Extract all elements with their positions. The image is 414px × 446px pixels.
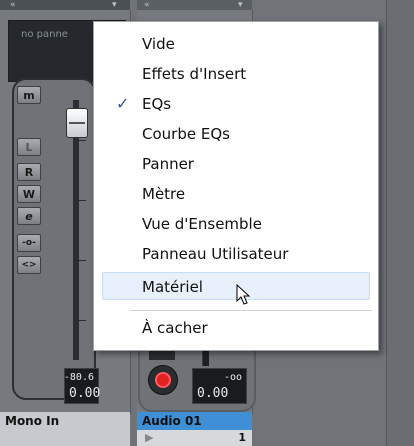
edit-channel-button[interactable]: e	[17, 207, 41, 225]
listen-button-label: L	[25, 140, 33, 154]
fader-scale-tick	[79, 140, 86, 141]
channel-label-text: Audio 01	[142, 414, 202, 428]
volume-fader-left[interactable]	[66, 108, 88, 138]
track-number-bar: ▶ 1	[137, 430, 252, 446]
write-automation-button[interactable]: W	[17, 185, 41, 203]
menu-item-effets-insert[interactable]: Effets d'Insert	[102, 60, 370, 88]
collapse-left-icon[interactable]: «	[10, 0, 16, 10]
level-readout-left[interactable]: -80.6 0.00	[63, 368, 101, 404]
fader-scale-tick	[79, 200, 86, 201]
menu-item-label: Vide	[142, 35, 175, 53]
fader-scale-tick	[79, 320, 86, 321]
checkmark-icon: ✓	[116, 94, 130, 113]
edit-button-label: e	[25, 209, 33, 223]
mouse-pointer-icon	[236, 284, 251, 305]
bypass-inserts-button[interactable]: -o-	[17, 234, 41, 252]
track-number: 1	[238, 431, 246, 444]
strip-header-left[interactable]	[0, 0, 130, 10]
volume-value-left: 0.00	[69, 386, 101, 401]
peak-value-left: -80.6	[63, 372, 94, 383]
dropdown-arrow-icon[interactable]: ▾	[112, 0, 117, 10]
menu-item-label: EQs	[142, 95, 172, 113]
right-edge-panel	[386, 0, 414, 446]
monitor-button-label: <>	[21, 260, 37, 270]
channel-label-audio-01[interactable]: Audio 01	[137, 412, 252, 430]
play-arrow-icon: ▶	[145, 431, 154, 444]
menu-item-vue-ensemble[interactable]: Vue d'Ensemble	[102, 210, 370, 238]
menu-item-vide[interactable]: Vide	[102, 30, 370, 58]
channel-label-underfill	[0, 430, 130, 446]
monitor-button[interactable]: <>	[17, 256, 41, 274]
channel-name-text: no panne	[21, 29, 68, 40]
menu-item-label: À cacher	[142, 319, 208, 337]
fader-track-left	[73, 100, 79, 360]
level-readout-right[interactable]: -oo 0.00	[192, 368, 247, 404]
menu-separator	[130, 310, 372, 311]
menu-item-metre[interactable]: Mètre	[102, 180, 370, 208]
channel-label-mono-in[interactable]: Mono In	[0, 412, 130, 430]
mute-button-label: m	[23, 88, 35, 102]
menu-item-eqs[interactable]: ✓ EQs	[102, 90, 370, 118]
read-button-label: R	[24, 165, 34, 179]
menu-item-label: Matériel	[142, 278, 203, 296]
menu-item-label: Courbe EQs	[142, 125, 230, 143]
read-automation-button[interactable]: R	[17, 163, 41, 181]
menu-item-panner[interactable]: Panner	[102, 150, 370, 178]
menu-item-panneau-utilisateur[interactable]: Panneau Utilisateur	[102, 240, 370, 268]
menu-item-courbe-eqs[interactable]: Courbe EQs	[102, 120, 370, 148]
fader-scale-tick	[79, 260, 86, 261]
fader-scale-tick	[79, 76, 86, 77]
menu-item-a-cacher[interactable]: À cacher	[102, 314, 370, 342]
menu-item-label: Panner	[142, 155, 194, 173]
channel-label-text: Mono In	[5, 414, 60, 428]
volume-value-right: 0.00	[197, 386, 229, 401]
write-button-label: W	[22, 187, 36, 201]
menu-item-label: Mètre	[142, 185, 186, 203]
dropdown-arrow-right-icon[interactable]: ▾	[238, 0, 243, 10]
strip-header-right[interactable]	[137, 0, 252, 10]
bypass-button-label: -o-	[22, 238, 36, 248]
mute-button[interactable]: m	[17, 86, 41, 104]
record-enable-button[interactable]	[148, 365, 178, 395]
menu-item-label: Effets d'Insert	[142, 65, 247, 83]
collapse-right-icon[interactable]: «	[144, 0, 150, 10]
listen-button[interactable]: L	[17, 138, 41, 156]
peak-value-right: -oo	[223, 372, 242, 383]
menu-item-label: Vue d'Ensemble	[142, 215, 262, 233]
menu-item-label: Panneau Utilisateur	[142, 245, 289, 263]
